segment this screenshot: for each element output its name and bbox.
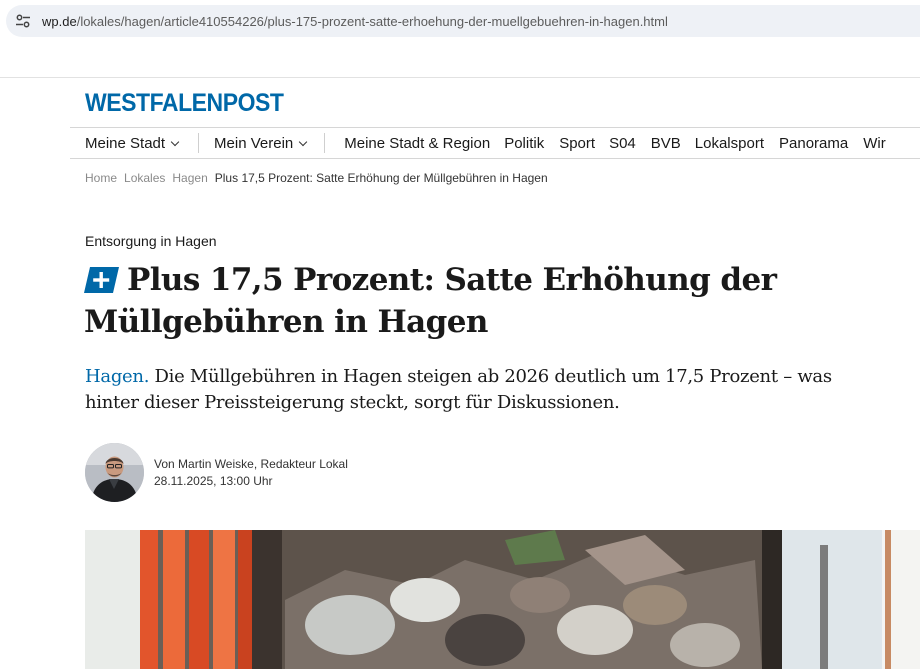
- author-byline: Von Martin Weiske, Redakteur Lokal 28.11…: [154, 456, 348, 490]
- publish-date: 28.11.2025, 13:00 Uhr: [154, 474, 273, 488]
- browser-divider: [0, 77, 920, 78]
- chevron-down-icon: [299, 137, 308, 146]
- breadcrumb: Home Lokales Hagen Plus 17,5 Prozent: Sa…: [85, 171, 548, 185]
- url-path: /lokales/hagen/article410554226/plus-175…: [76, 13, 668, 29]
- address-bar[interactable]: wp.de/lokales/hagen/article410554226/plu…: [6, 5, 920, 37]
- browser-toolbar: wp.de/lokales/hagen/article410554226/plu…: [0, 0, 920, 44]
- nav-divider: [324, 133, 326, 153]
- tune-icon[interactable]: [8, 5, 38, 37]
- article-headline: Plus 17,5 Prozent: Satte Erhöhung der Mü…: [84, 259, 884, 343]
- nav-item-label: Meine Stadt: [85, 134, 166, 152]
- breadcrumb-hagen[interactable]: Hagen: [172, 171, 207, 185]
- site-logo[interactable]: WESTFALENPOST: [85, 89, 284, 118]
- nav-item-label: Mein Verein: [214, 134, 294, 152]
- author-name[interactable]: Von Martin Weiske, Redakteur Lokal: [154, 456, 348, 473]
- breadcrumb-current: Plus 17,5 Prozent: Satte Erhöhung der Mü…: [214, 171, 548, 185]
- nav-item-bvb[interactable]: BVB: [651, 135, 681, 152]
- nav-item-sport[interactable]: Sport: [559, 135, 595, 152]
- url-host: wp.de: [42, 13, 77, 29]
- nav-item-meine-stadt-region[interactable]: Meine Stadt & Region: [344, 135, 490, 152]
- plus-icon: [84, 262, 119, 293]
- chevron-down-icon: [170, 137, 180, 146]
- teaser-dateline: Hagen.: [85, 366, 150, 387]
- main-nav: Meine Stadt Mein Verein Meine Stadt & Re…: [70, 127, 920, 159]
- nav-dropdown-mein-verein[interactable]: Mein Verein: [214, 134, 308, 152]
- nav-item-wir[interactable]: Wir: [863, 135, 886, 152]
- nav-item-s04[interactable]: S04: [609, 135, 636, 152]
- nav-dropdown-meine-stadt[interactable]: Meine Stadt: [85, 134, 180, 152]
- breadcrumb-home[interactable]: Home: [85, 171, 117, 185]
- url-text[interactable]: wp.de/lokales/hagen/article410554226/plu…: [42, 14, 668, 29]
- nav-item-panorama[interactable]: Panorama: [779, 135, 848, 152]
- article-hero-image[interactable]: [85, 530, 920, 669]
- article-teaser: Hagen. Die Müllgebühren in Hagen steigen…: [85, 364, 885, 416]
- breadcrumb-lokales[interactable]: Lokales: [124, 171, 165, 185]
- nav-item-lokalsport[interactable]: Lokalsport: [695, 135, 764, 152]
- nav-divider: [198, 133, 200, 153]
- headline-text: Plus 17,5 Prozent: Satte Erhöhung der Mü…: [84, 262, 777, 340]
- author-avatar[interactable]: [85, 443, 144, 502]
- article-kicker: Entsorgung in Hagen: [85, 233, 217, 249]
- nav-item-politik[interactable]: Politik: [504, 135, 544, 152]
- teaser-text: Die Müllgebühren in Hagen steigen ab 202…: [85, 366, 832, 413]
